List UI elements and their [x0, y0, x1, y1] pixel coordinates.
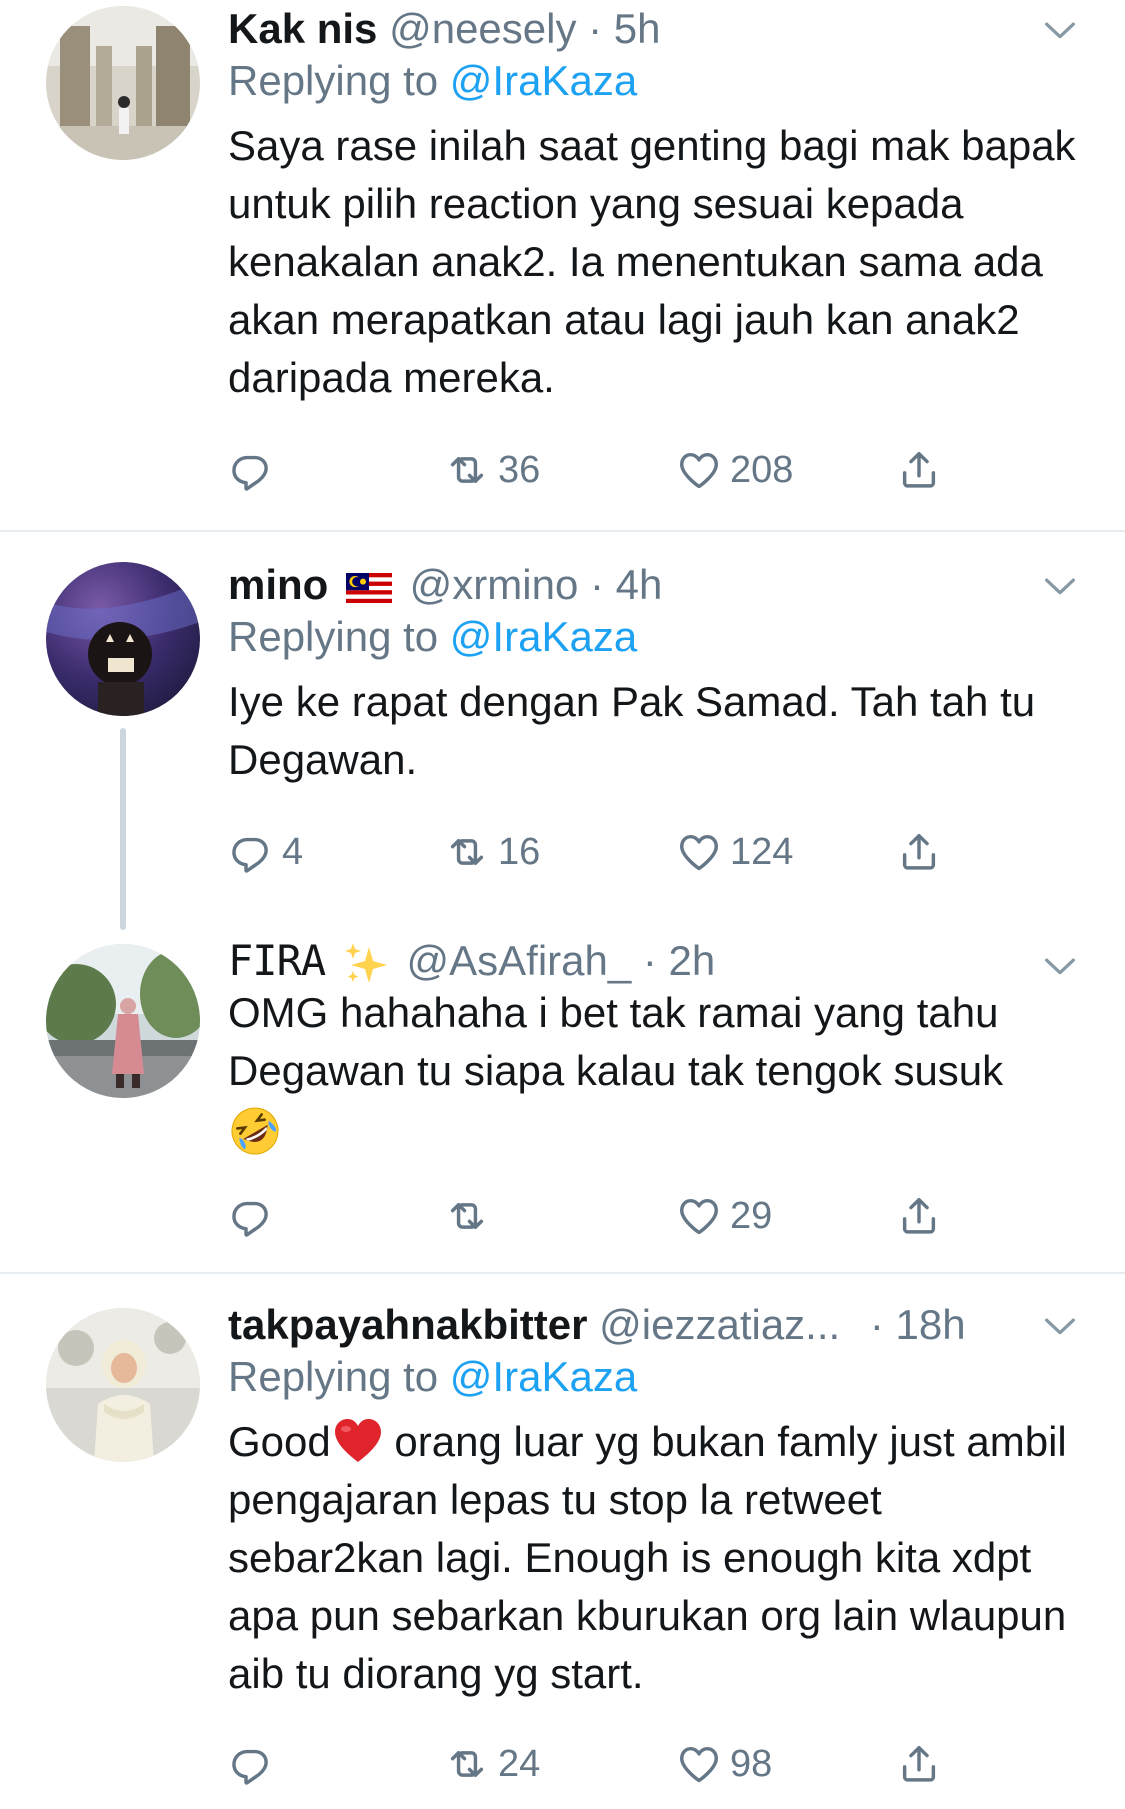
mention-link[interactable]: @IraKaza — [450, 1353, 637, 1400]
retweet-icon — [444, 447, 490, 493]
chevron-down-icon[interactable] — [1040, 946, 1080, 986]
retweet-button[interactable]: 24 — [444, 1734, 540, 1794]
like-button[interactable]: 208 — [676, 440, 793, 500]
malaysia-flag-icon — [346, 572, 392, 603]
replying-to: Replying to @IraKaza — [228, 57, 638, 104]
share-button[interactable] — [896, 822, 942, 882]
tweet-text: Good orang luar yg bukan famly just ambi… — [228, 1418, 1067, 1697]
heart-icon — [676, 829, 722, 875]
avatar[interactable] — [46, 944, 200, 1098]
retweet-button[interactable] — [444, 1186, 498, 1246]
share-button[interactable] — [896, 440, 942, 500]
retweet-icon — [444, 1193, 490, 1239]
like-button[interactable]: 29 — [676, 1186, 772, 1246]
tweet-1[interactable]: Kak nis @neesely · 5h Replying to @IraKa… — [0, 0, 1125, 530]
like-button[interactable]: 124 — [676, 822, 793, 882]
reply-icon — [228, 447, 274, 493]
retweet-icon — [444, 1741, 490, 1787]
share-icon — [896, 447, 942, 493]
user-handle[interactable]: @iezzatiaz... — [599, 1301, 840, 1348]
display-name[interactable]: mino — [228, 561, 328, 608]
heart-icon — [676, 447, 722, 493]
share-button[interactable] — [896, 1186, 942, 1246]
reply-icon — [228, 1741, 274, 1787]
avatar[interactable] — [46, 1308, 200, 1462]
reply-button[interactable] — [228, 1186, 282, 1246]
user-handle[interactable]: @AsAfirah_ — [407, 937, 632, 984]
replying-to: Replying to @IraKaza — [228, 1353, 638, 1400]
reply-button[interactable]: 4 — [228, 822, 303, 882]
tweet-3-actions-row: 29 — [0, 1186, 1125, 1256]
mention-link[interactable]: @IraKaza — [450, 613, 637, 660]
display-name[interactable]: takpayahnakbitter — [228, 1301, 587, 1348]
tweet-4[interactable]: takpayahnakbitter @iezzatiaz... · 18h Re… — [0, 1274, 1125, 1809]
tweet-actions: 24 98 — [228, 1734, 988, 1794]
chevron-down-icon[interactable] — [1040, 1306, 1080, 1346]
user-handle[interactable]: @xrmino — [410, 561, 579, 608]
avatar[interactable] — [46, 6, 200, 160]
reply-icon — [228, 829, 274, 875]
display-name[interactable]: Kak nis — [228, 5, 377, 52]
replying-to: Replying to @IraKaza — [228, 613, 638, 660]
timestamp[interactable]: · 5h — [588, 5, 660, 52]
heart-icon — [676, 1193, 722, 1239]
tweet-text: Saya rase inilah saat genting bagi mak b… — [228, 122, 1076, 401]
avatar[interactable] — [46, 562, 200, 716]
timestamp[interactable]: · 2h — [643, 937, 715, 984]
tweet-actions: 4 16 124 — [228, 822, 988, 882]
mention-link[interactable]: @IraKaza — [450, 57, 637, 104]
tweet-header: Kak nis @neesely · 5h — [228, 0, 1035, 58]
reply-button[interactable] — [228, 1734, 282, 1794]
retweet-icon — [444, 829, 490, 875]
retweet-button[interactable]: 16 — [444, 822, 540, 882]
heart-icon — [676, 1741, 722, 1787]
rolling-laughing-emoji — [231, 1107, 279, 1155]
display-name[interactable]: FIRA — [228, 936, 326, 985]
tweet-header: mino @xrmino · 4h — [228, 556, 1035, 614]
timestamp[interactable]: · 4h — [590, 561, 662, 608]
like-button[interactable]: 98 — [676, 1734, 772, 1794]
share-icon — [896, 1193, 942, 1239]
share-icon — [896, 1741, 942, 1787]
reply-icon — [228, 1193, 274, 1239]
chevron-down-icon[interactable] — [1040, 10, 1080, 50]
tweet-actions: 29 — [228, 1186, 988, 1246]
tweet-2[interactable]: mino @xrmino · 4h Replying to @IraKaza I… — [0, 532, 1125, 932]
red-heart-emoji — [334, 1419, 381, 1462]
tweet-header: FIRA @AsAfirah_ · 2h — [228, 932, 1035, 990]
chevron-down-icon[interactable] — [1040, 566, 1080, 606]
tweet-text: Iye ke rapat dengan Pak Samad. Tah tah t… — [228, 678, 1036, 783]
tweet-actions — [228, 1021, 988, 1081]
reply-button[interactable] — [228, 440, 282, 500]
share-icon — [896, 829, 942, 875]
sparkles-icon — [344, 942, 387, 983]
user-handle[interactable]: @neesely — [389, 5, 576, 52]
timestamp[interactable]: · 18h — [870, 1301, 966, 1348]
share-button[interactable] — [896, 1734, 942, 1794]
tweet-header: takpayahnakbitter @iezzatiaz... · 18h — [228, 1296, 1035, 1354]
retweet-button[interactable]: 36 — [444, 440, 540, 500]
tweet-actions: 36 208 — [228, 440, 988, 500]
